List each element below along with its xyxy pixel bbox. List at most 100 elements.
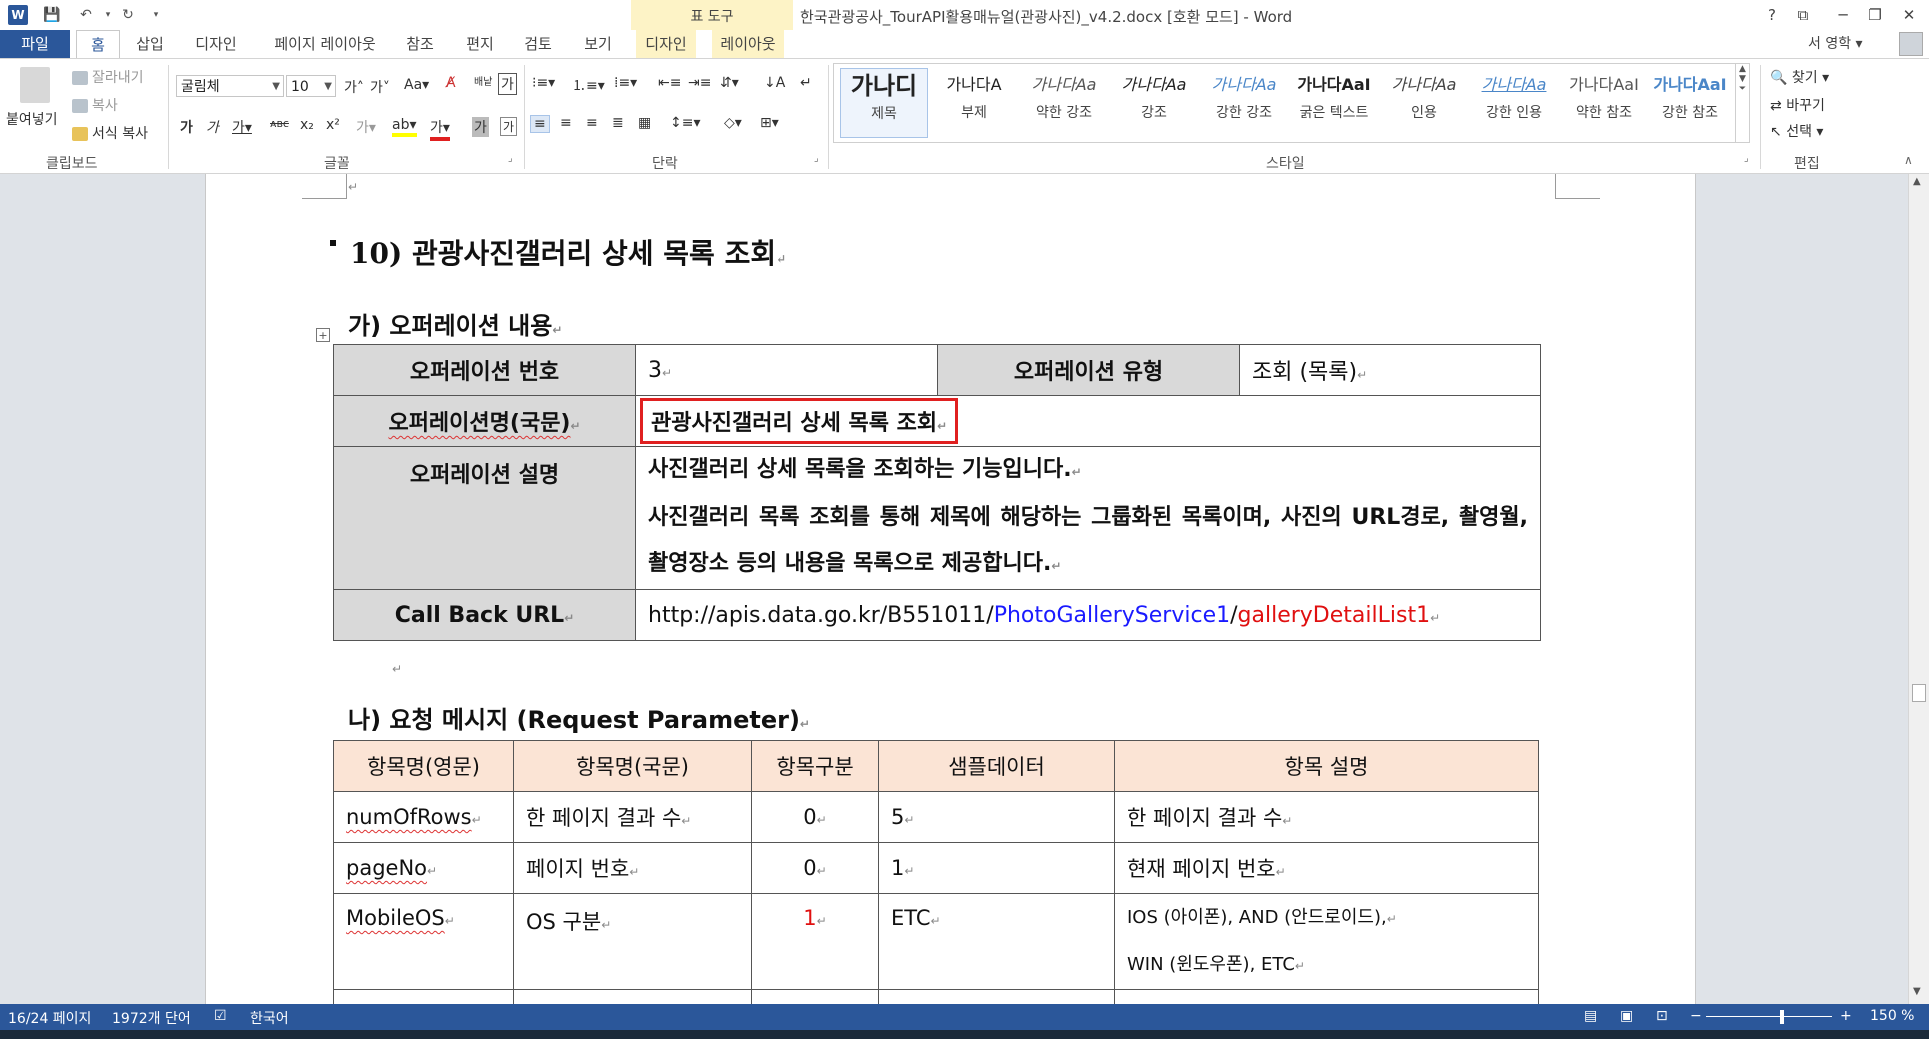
word-app-icon[interactable]: W: [8, 5, 28, 25]
scrollbar-thumb[interactable]: [1912, 684, 1926, 702]
align-center-icon[interactable]: ≡: [560, 115, 572, 131]
style-intense-quote[interactable]: 가나다Aa 강한 인용: [1470, 68, 1558, 138]
undo-icon[interactable]: ↶: [76, 5, 96, 25]
document-page[interactable]: ↵ 10) 관광사진갤러리 상세 목록 조회↵ 가) 오퍼레이션 내용↵ + 오…: [205, 174, 1696, 1004]
tab-references[interactable]: 참조: [398, 30, 442, 58]
paragraph-dialog-launcher-icon[interactable]: ⌟: [814, 153, 819, 164]
highlight-color-icon[interactable]: ab▾: [392, 117, 417, 137]
numbering-icon[interactable]: ⒈≡▾: [572, 75, 605, 95]
redo-icon[interactable]: ↻: [118, 5, 138, 25]
web-layout-icon[interactable]: ⊡: [1656, 1008, 1668, 1024]
tab-table-layout[interactable]: 레이아웃: [712, 30, 784, 58]
decrease-indent-icon[interactable]: ⇤≡: [658, 75, 681, 91]
scroll-down-icon[interactable]: ▼: [1913, 986, 1921, 997]
print-layout-icon[interactable]: ▣: [1620, 1008, 1633, 1024]
zoom-level[interactable]: 150 %: [1870, 1008, 1914, 1024]
borders-icon[interactable]: ⊞▾: [760, 115, 779, 131]
font-name-combo[interactable]: 굴림체 ▼: [176, 75, 284, 97]
shading-icon[interactable]: ◇▾: [724, 115, 742, 131]
text-effects-icon[interactable]: 가▾: [356, 117, 376, 137]
clear-formatting-icon[interactable]: A̸: [446, 75, 456, 91]
style-intense-reference[interactable]: 가나다AaI 강한 참조: [1646, 68, 1734, 138]
avatar[interactable]: [1899, 32, 1923, 56]
underline-icon[interactable]: 가▾: [232, 117, 252, 137]
character-border-icon[interactable]: 가: [498, 73, 517, 95]
style-subtle-reference[interactable]: 가나다AaI 약한 참조: [1560, 68, 1648, 138]
callback-url-cell[interactable]: http://apis.data.go.kr/B551011/PhotoGall…: [635, 589, 1541, 641]
increase-indent-icon[interactable]: ⇥≡: [688, 75, 711, 91]
cut-button[interactable]: 잘라내기: [72, 67, 144, 87]
align-left-icon[interactable]: ≡: [530, 115, 550, 133]
close-button[interactable]: ✕: [1896, 3, 1922, 27]
tab-table-design[interactable]: 디자인: [636, 30, 696, 58]
style-subtle-emphasis[interactable]: 가나다Aa 약한 강조: [1020, 68, 1108, 138]
style-subtitle[interactable]: 가나다A 부제: [930, 68, 1018, 138]
italic-icon[interactable]: 가: [206, 117, 219, 137]
style-intense-emphasis[interactable]: 가나다Aa 강한 강조: [1200, 68, 1288, 138]
multilevel-list-icon[interactable]: ⁞≡▾: [614, 75, 637, 91]
zoom-in-icon[interactable]: +: [1840, 1008, 1852, 1024]
paste-icon[interactable]: [20, 67, 50, 103]
cell-ko[interactable]: 한 페이지 결과 수↵: [513, 791, 752, 843]
tab-view[interactable]: 보기: [576, 30, 620, 58]
select-button[interactable]: ↖ 선택 ▾: [1770, 121, 1823, 141]
justify-icon[interactable]: ≣: [612, 115, 624, 131]
subscript-icon[interactable]: x₂: [300, 117, 314, 133]
cell-desc[interactable]: IOS (아이폰), AND (안드로이드),↵ WIN (윈도우폰), ETC…: [1114, 893, 1539, 990]
tab-mailings[interactable]: 편지: [458, 30, 502, 58]
font-dialog-launcher-icon[interactable]: ⌟: [508, 153, 513, 164]
scroll-up-icon[interactable]: ▲: [1913, 176, 1921, 187]
paste-button[interactable]: 붙여넣기: [6, 109, 58, 129]
cell-type[interactable]: 0↵: [751, 791, 879, 843]
op-type-value[interactable]: 조회 (목록)↵: [1239, 344, 1541, 396]
tab-review[interactable]: 검토: [516, 30, 560, 58]
cell-en[interactable]: numOfRows↵: [333, 791, 514, 843]
op-desc-cell[interactable]: 사진갤러리 상세 목록을 조회하는 기능입니다.↵ 사진갤러리 목록 조회를 통…: [635, 446, 1541, 590]
bold-icon[interactable]: 가: [180, 117, 193, 137]
page-count[interactable]: 16/24 페이지: [8, 1008, 91, 1028]
save-icon[interactable]: 💾: [42, 5, 62, 25]
minimize-button[interactable]: ─: [1830, 3, 1856, 27]
cell-sample[interactable]: 1↵: [878, 842, 1115, 894]
styles-dialog-launcher-icon[interactable]: ⌟: [1744, 153, 1749, 164]
table-move-handle-icon[interactable]: +: [316, 328, 330, 342]
cell-en[interactable]: MobileOS↵: [333, 893, 514, 990]
style-emphasis[interactable]: 가나다Aa 강조: [1110, 68, 1198, 138]
enclose-characters-icon[interactable]: 가: [500, 117, 518, 136]
phonetic-guide-icon[interactable]: 배낱: [474, 73, 492, 88]
format-painter-button[interactable]: 서식 복사: [72, 123, 148, 143]
proofing-icon[interactable]: ☑: [214, 1008, 227, 1024]
zoom-slider-thumb[interactable]: [1780, 1010, 1784, 1024]
cell-desc[interactable]: 한 페이지 결과 수↵: [1114, 791, 1539, 843]
tab-page-layout[interactable]: 페이지 레이아웃: [260, 30, 390, 58]
op-no-value[interactable]: 3↵: [635, 344, 938, 396]
tab-home[interactable]: 홈: [76, 30, 120, 58]
tab-file[interactable]: 파일: [0, 30, 70, 58]
tab-insert[interactable]: 삽입: [128, 30, 172, 58]
change-case-icon[interactable]: Aa▾: [404, 77, 429, 93]
shrink-font-icon[interactable]: 가˅: [370, 77, 390, 97]
tab-design[interactable]: 디자인: [186, 30, 246, 58]
find-button[interactable]: 🔍 찾기 ▾: [1770, 67, 1829, 87]
style-title[interactable]: 가나디 제목: [840, 68, 928, 138]
help-button[interactable]: ?: [1759, 3, 1785, 27]
undo-dropdown-icon[interactable]: ▾: [98, 5, 118, 25]
text-direction-icon[interactable]: ⇵▾: [720, 75, 739, 91]
style-strong[interactable]: 가나다AaI 굵은 텍스트: [1290, 68, 1378, 138]
style-quote[interactable]: 가나다Aa 인용: [1380, 68, 1468, 138]
cell-sample[interactable]: ETC↵: [878, 893, 1115, 990]
line-spacing-icon[interactable]: ↕≡▾: [670, 115, 701, 131]
replace-button[interactable]: ⇄ 바꾸기: [1770, 95, 1825, 115]
superscript-icon[interactable]: x²: [326, 117, 340, 133]
zoom-out-icon[interactable]: −: [1690, 1008, 1702, 1024]
word-count[interactable]: 1972개 단어: [112, 1008, 191, 1028]
bullets-icon[interactable]: ⁝≡▾: [532, 75, 555, 91]
show-formatting-marks-icon[interactable]: ↵: [800, 75, 812, 91]
cell-type[interactable]: 0↵: [751, 842, 879, 894]
cell-sample[interactable]: 5↵: [878, 791, 1115, 843]
ribbon-display-options-button[interactable]: ⧉: [1790, 3, 1816, 27]
cell-ko[interactable]: OS 구분↵: [513, 893, 752, 990]
customize-quick-access-icon[interactable]: ▾: [146, 5, 166, 25]
cell-desc[interactable]: 현재 페이지 번호↵: [1114, 842, 1539, 894]
font-color-icon[interactable]: 가▾: [430, 117, 450, 141]
